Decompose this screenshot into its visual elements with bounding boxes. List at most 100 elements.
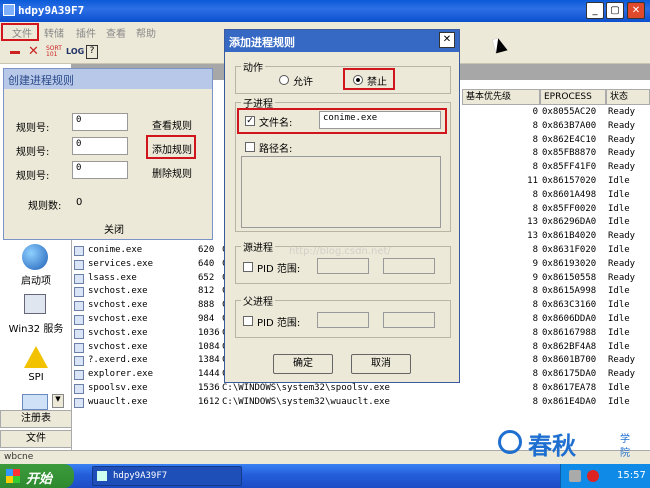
minus-icon[interactable] (10, 51, 20, 54)
tray-icon-1[interactable] (569, 470, 581, 482)
dialog-close-button[interactable]: ✕ (439, 32, 455, 48)
parent-pid-label: PID 范围: (257, 318, 301, 329)
process-status: Ready (608, 355, 636, 366)
sidebar-item-file[interactable]: 文件 (0, 430, 72, 448)
ok-button[interactable]: 确定 (273, 354, 333, 374)
task-icon (97, 471, 107, 481)
menu-view[interactable]: 查看 (106, 25, 126, 40)
process-name: conime.exe (88, 245, 143, 255)
process-priority: 8 (532, 355, 538, 366)
menu-dump[interactable]: 转储 (44, 25, 64, 40)
process-status: Idle (608, 286, 630, 297)
sidebar-item-registry[interactable]: 注册表 (0, 410, 72, 428)
view-rule-button[interactable]: 查看规则 (152, 117, 192, 132)
rule-no-input-3[interactable]: 0 (72, 161, 128, 179)
sidebar-item-services[interactable]: Win32 服务 (0, 320, 72, 335)
process-priority: 9 (532, 258, 538, 269)
source-pid-from[interactable] (317, 258, 369, 274)
process-icon (74, 259, 84, 270)
path-textarea[interactable] (241, 156, 441, 228)
process-status: Ready (608, 258, 636, 269)
process-priority: 8 (532, 134, 538, 145)
window-title: hdpy9A39F7 (18, 4, 85, 17)
source-group-label: 源进程 (241, 239, 275, 254)
parent-pid-checkbox[interactable] (243, 316, 253, 326)
sort-icon[interactable]: SORT 101 (46, 46, 62, 58)
process-pid: 1036 (198, 327, 220, 338)
process-path: C:\WINDOWS\system32\wuauclt.exe (222, 396, 390, 407)
help-icon[interactable]: ? (86, 45, 98, 59)
sidebar-item-spi[interactable]: SPI (0, 372, 72, 383)
col-header-priority[interactable]: 基本优先级 (462, 89, 540, 105)
taskbar-task[interactable]: hdpy9A39F7 (92, 466, 242, 486)
process-status: Idle (608, 314, 630, 324)
rule-no-input-1[interactable]: 0 (72, 113, 128, 131)
deny-radio[interactable] (353, 75, 363, 85)
maximize-button[interactable]: ▢ (606, 2, 624, 19)
process-status: Idle (608, 176, 630, 186)
process-name: spoolsv.exe (88, 383, 148, 393)
menu-help[interactable]: 帮助 (136, 25, 156, 40)
close-panel-button[interactable]: 关闭 (104, 221, 124, 236)
source-pid-checkbox[interactable] (243, 262, 253, 272)
add-rule-button[interactable]: 添加规则 (152, 141, 192, 156)
create-rule-panel: 创建进程规则 规则号: 0 查看规则 规则号: 0 添加规则 规则号: 0 删除… (3, 68, 213, 240)
sidebar-item-startup[interactable]: 启动项 (0, 272, 72, 287)
process-pid: 1612 (198, 396, 220, 407)
process-icon (74, 315, 84, 325)
process-pid: 1384 (198, 355, 220, 366)
process-priority: 13 (527, 231, 538, 242)
allow-radio[interactable] (279, 75, 289, 85)
taskbar: 开始 hdpy9A39F7 15:57 (0, 464, 650, 488)
table-row[interactable]: spoolsv.exe 1536 C:\WINDOWS\system32\spool… (72, 382, 650, 396)
process-eprocess: 0x8055AC20 (542, 107, 597, 117)
process-priority: 8 (532, 396, 538, 407)
process-status: Idle (608, 189, 630, 200)
status-text: wbcne (4, 452, 34, 462)
minimize-button[interactable]: _ (586, 2, 604, 19)
source-pid-to[interactable] (383, 258, 435, 274)
tray-icon-2[interactable] (587, 470, 599, 482)
process-status: Idle (608, 327, 630, 338)
process-pid: 1536 (198, 383, 220, 393)
process-eprocess: 0x86157020 (542, 176, 597, 186)
process-eprocess: 0x85FF0020 (542, 203, 597, 214)
process-priority: 9 (532, 272, 538, 283)
process-priority: 11 (527, 176, 538, 186)
process-eprocess: 0x8601A498 (542, 189, 597, 200)
col-header-eprocess[interactable]: EPROCESS (540, 89, 606, 105)
process-icon (74, 397, 84, 408)
rule-count-value: 0 (76, 197, 83, 208)
menu-file[interactable]: 文件 (12, 25, 32, 40)
parent-pid-to[interactable] (383, 312, 435, 328)
parent-pid-from[interactable] (317, 312, 369, 328)
clock[interactable]: 15:57 (617, 470, 646, 481)
process-name: ?.exerd.exe (88, 355, 148, 366)
filename-input[interactable]: conime.exe (319, 111, 441, 129)
process-status: Ready (608, 272, 636, 283)
process-name: svchost.exe (88, 314, 148, 324)
process-status: Ready (608, 148, 636, 159)
delete-rule-button[interactable]: 删除规则 (152, 165, 192, 180)
source-pid-label: PID 范围: (257, 264, 301, 275)
process-status: Ready (608, 107, 636, 117)
process-name: svchost.exe (88, 341, 148, 352)
start-label: 开始 (26, 472, 53, 487)
scroll-down-icon[interactable]: ▼ (52, 394, 64, 408)
menu-plugins[interactable]: 插件 (76, 25, 96, 40)
col-header-status[interactable]: 状态 (606, 89, 650, 105)
cancel-button[interactable]: 取消 (351, 354, 411, 374)
log-icon[interactable]: LOG (66, 47, 84, 56)
delete-icon[interactable]: ✕ (28, 44, 39, 59)
process-priority: 0 (532, 107, 538, 117)
table-row[interactable]: wuauclt.exe 1612 C:\WINDOWS\system32\wuauc… (72, 396, 650, 410)
path-checkbox[interactable] (245, 142, 255, 152)
process-priority: 8 (532, 314, 538, 324)
warning-icon (24, 346, 48, 368)
process-name: svchost.exe (88, 286, 148, 297)
close-button[interactable]: ✕ (627, 2, 645, 19)
rule-no-input-2[interactable]: 0 (72, 137, 128, 155)
windows-logo-icon (6, 469, 20, 483)
process-name: svchost.exe (88, 300, 148, 311)
filename-checkbox[interactable]: ✓ (245, 116, 255, 126)
